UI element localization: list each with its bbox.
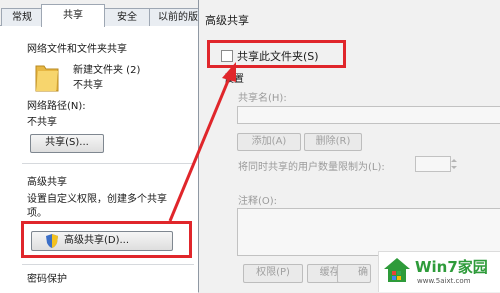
tab-sharing[interactable]: 共享 [41, 4, 105, 27]
red-arrow-icon [168, 62, 236, 222]
watermark-brand: Win7家园 [415, 258, 488, 276]
watermark-url: www.5aixt.com [417, 277, 471, 285]
house-logo-icon [383, 256, 411, 284]
watermark-logo: Win7家园 www.5aixt.com [378, 251, 500, 292]
